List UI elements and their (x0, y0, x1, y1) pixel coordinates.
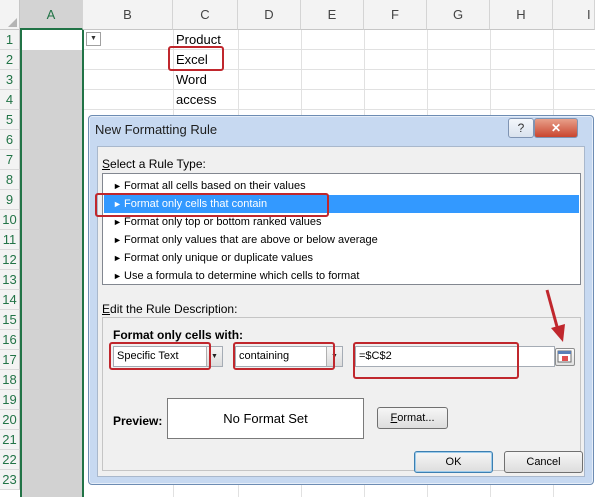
rule-type-item[interactable]: ► Use a formula to determine which cells … (104, 267, 579, 285)
ok-button[interactable]: OK (414, 451, 493, 473)
help-button[interactable]: ? (508, 118, 534, 138)
filter-dropdown-icon[interactable]: ▼ (86, 32, 101, 46)
arrow-icon: ► (113, 253, 122, 263)
new-formatting-rule-dialog: New Formatting Rule ? ✕ Select a Rule Ty… (88, 115, 594, 485)
row-header[interactable]: 10 (0, 210, 20, 230)
preview-box: No Format Set (167, 398, 364, 439)
edit-description-label-text: dit the Rule Description: (110, 302, 238, 316)
row-header[interactable]: 18 (0, 370, 20, 390)
row-header[interactable]: 1 (0, 30, 20, 50)
rule-description-panel: Format only cells with: Specific Text ▼ … (102, 289, 581, 471)
rule-type-item-label: Use a formula to determine which cells t… (124, 270, 360, 282)
active-cell-a1[interactable] (20, 30, 83, 50)
row-header[interactable]: 7 (0, 150, 20, 170)
row-header[interactable]: 11 (0, 230, 20, 250)
column-header-f[interactable]: F (364, 0, 427, 30)
annotation-highlight-box (95, 193, 329, 217)
column-header-h[interactable]: H (490, 0, 553, 30)
row-header[interactable]: 6 (0, 130, 20, 150)
annotation-arrow-icon (545, 289, 565, 342)
gridline (20, 109, 595, 110)
rule-type-label-text: elect a Rule Type: (110, 157, 206, 171)
annotation-highlight-box (233, 342, 335, 370)
gridline (20, 89, 595, 90)
rule-type-list[interactable]: ► Format all cells based on their values … (102, 173, 581, 285)
rule-type-item-label: Format only top or bottom ranked values (124, 216, 322, 228)
column-header-g[interactable]: G (427, 0, 490, 30)
column-header-i[interactable]: I (553, 0, 595, 30)
arrow-icon: ► (113, 235, 122, 245)
collapse-dialog-icon (557, 350, 572, 363)
row-header[interactable]: 13 (0, 270, 20, 290)
row-header[interactable]: 3 (0, 70, 20, 90)
format-only-cells-label: Format only cells with: (113, 328, 244, 342)
dialog-title: New Formatting Rule (95, 122, 218, 137)
annotation-highlight-box (168, 46, 224, 71)
rule-type-item-label: Format only unique or duplicate values (124, 252, 313, 264)
row-header[interactable]: 12 (0, 250, 20, 270)
arrow-icon: ► (113, 271, 122, 281)
close-button[interactable]: ✕ (534, 118, 578, 138)
row-header[interactable]: 14 (0, 290, 20, 310)
preview-label: Preview: (113, 414, 163, 428)
row-header[interactable]: 4 (0, 90, 20, 110)
column-header-d[interactable]: D (238, 0, 301, 30)
selection-border (82, 30, 84, 497)
cell-c4[interactable]: access (176, 90, 216, 110)
selection-border (20, 30, 22, 497)
cell-c3[interactable]: Word (176, 70, 207, 90)
row-header[interactable]: 2 (0, 50, 20, 70)
column-a-selection (20, 50, 83, 497)
row-header[interactable]: 19 (0, 390, 20, 410)
edit-description-access-key: E (102, 302, 111, 316)
annotation-highlight-box (109, 342, 211, 370)
row-header[interactable]: 16 (0, 330, 20, 350)
gridline (20, 49, 595, 50)
column-header-e[interactable]: E (301, 0, 364, 30)
column-header-b[interactable]: B (83, 0, 173, 30)
row-header[interactable]: 20 (0, 410, 20, 430)
rule-type-item-label: Format all cells based on their values (124, 180, 306, 192)
select-all-triangle-icon (8, 18, 17, 27)
edit-description-label: Edit the Rule Description: (102, 302, 237, 316)
row-header[interactable]: 5 (0, 110, 20, 130)
rule-type-label: Select a Rule Type: (102, 157, 206, 171)
select-all-corner[interactable] (0, 0, 20, 30)
rule-type-label-access-key: S (102, 157, 111, 171)
rule-type-item[interactable]: ► Format only unique or duplicate values (104, 249, 579, 267)
gridline (20, 69, 595, 70)
rule-type-item[interactable]: ► Format only values that are above or be… (104, 231, 579, 249)
cancel-button[interactable]: Cancel (504, 451, 583, 473)
row-header[interactable]: 17 (0, 350, 20, 370)
rule-type-item-label: Format only values that are above or bel… (124, 234, 378, 246)
column-header-a[interactable]: A (20, 0, 83, 30)
row-header[interactable]: 8 (0, 170, 20, 190)
format-button[interactable]: Format... (377, 407, 448, 429)
row-header[interactable]: 9 (0, 190, 20, 210)
range-select-button[interactable] (555, 348, 575, 366)
row-header[interactable]: 15 (0, 310, 20, 330)
row-header[interactable]: 23 (0, 470, 20, 490)
row-header[interactable]: 21 (0, 430, 20, 450)
format-button-label: ormat... (397, 412, 435, 424)
annotation-highlight-box (353, 342, 519, 379)
row-header[interactable]: 22 (0, 450, 20, 470)
column-header-c[interactable]: C (173, 0, 238, 30)
